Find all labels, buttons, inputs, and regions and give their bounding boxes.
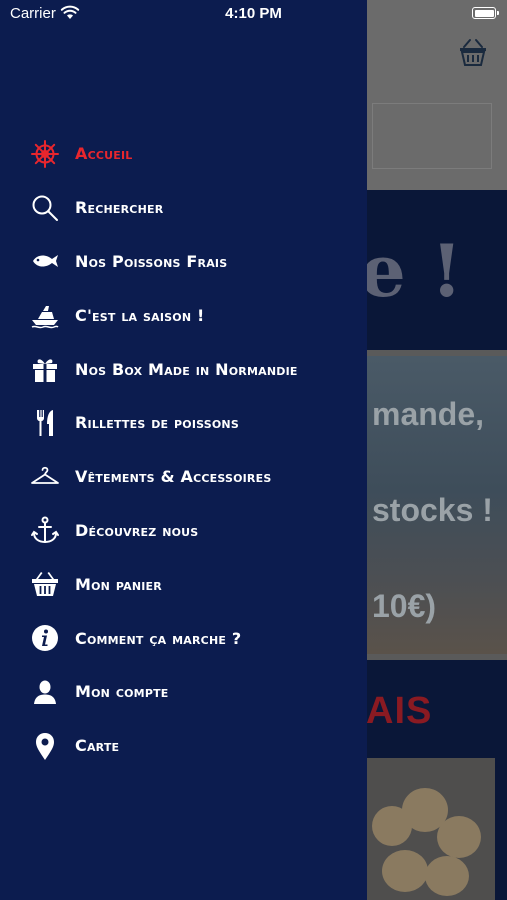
menu-item-label: Mon panier [75,574,162,594]
menu-item-label: Carte [75,736,120,756]
gift-icon [29,353,61,385]
info-icon [29,622,61,654]
fork-knife-icon [29,407,61,439]
search-icon [29,192,61,224]
menu-item-label: Vêtements & Accessoires [75,467,272,487]
menu-item-label: Nos Poissons Frais [75,251,228,271]
menu-item-label: Nos Box Made in Normandie [75,359,298,379]
ship-wheel-icon [29,138,61,170]
menu-item-label: Découvrez nous [75,520,199,540]
menu-item-label: Rillettes de poissons [75,413,239,433]
menu-item-label: Accueil [75,144,133,164]
menu-item-label: Comment ça marche ? [75,628,242,648]
menu-item-comment-ca-marche[interactable]: Comment ça marche ? [0,611,367,665]
menu-item-carte[interactable]: Carte [0,719,367,773]
menu-item-panier[interactable]: Mon panier [0,557,367,611]
main-search-box [372,103,492,169]
anchor-icon [29,514,61,546]
map-pin-icon [29,730,61,762]
promo-text-line-2: stocks ! [372,492,493,528]
side-menu-drawer: Accueil Rechercher Nos Poissons Frais C'… [0,0,367,900]
menu-item-mon-compte[interactable]: Mon compte [0,665,367,719]
menu-item-decouvrez[interactable]: Découvrez nous [0,504,367,558]
promo-text-line-3: 10€) [372,588,437,624]
user-icon [29,676,61,708]
cart-icon[interactable] [457,38,489,68]
menu-item-accueil[interactable]: Accueil [0,127,367,181]
menu-item-saison[interactable]: C'est la saison ! [0,288,367,342]
promo-text-line-1: mande, [372,396,485,432]
boat-icon [29,299,61,331]
fish-icon [29,245,61,277]
menu-item-poissons-frais[interactable]: Nos Poissons Frais [0,235,367,289]
main-banner-text: e ! [360,228,463,313]
hanger-icon [29,461,61,493]
section-title: AIS [366,690,433,732]
menu-item-label: Rechercher [75,198,164,218]
clock-time: 4:10 PM [225,5,282,22]
battery-icon [472,7,499,19]
menu-item-label: C'est la saison ! [75,305,205,325]
side-menu-list: Accueil Rechercher Nos Poissons Frais C'… [0,127,367,773]
status-bar: Carrier 4:10 PM [0,0,507,28]
menu-item-rechercher[interactable]: Rechercher [0,181,367,235]
product-card-image [367,758,495,900]
menu-item-vetements[interactable]: Vêtements & Accessoires [0,450,367,504]
menu-item-label: Mon compte [75,682,169,702]
menu-item-box-normandie[interactable]: Nos Box Made in Normandie [0,342,367,396]
menu-item-rillettes[interactable]: Rillettes de poissons [0,396,367,450]
basket-icon [29,568,61,600]
